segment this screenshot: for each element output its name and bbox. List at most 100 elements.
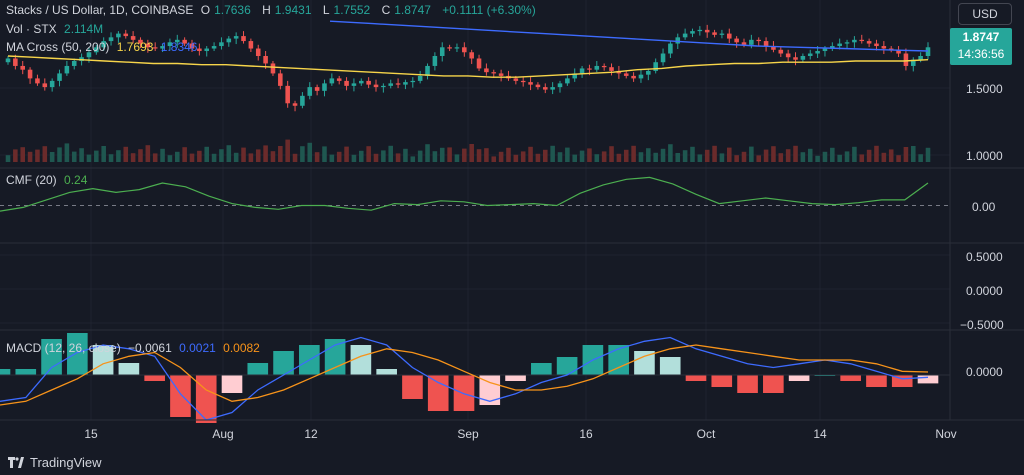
volume-bar bbox=[859, 154, 865, 162]
candle-body bbox=[366, 80, 371, 85]
volume-bar bbox=[815, 155, 820, 162]
time-tick-oct: Oct bbox=[696, 427, 716, 441]
candle-body bbox=[116, 33, 121, 38]
volume-bar bbox=[123, 146, 129, 162]
volume-bar bbox=[86, 154, 92, 162]
volume-bar bbox=[660, 148, 666, 162]
volume-bar bbox=[542, 149, 548, 162]
volume-bar bbox=[749, 146, 754, 162]
candle-body bbox=[300, 95, 305, 106]
volume-bar bbox=[174, 151, 180, 162]
volume-legend[interactable]: Vol · STX 2.114M bbox=[6, 22, 107, 36]
chart-canvas[interactable] bbox=[0, 0, 1024, 475]
tradingview-logo-icon bbox=[8, 456, 24, 468]
volume-bar bbox=[535, 153, 541, 162]
candle-body bbox=[785, 53, 791, 58]
currency-button[interactable]: USD bbox=[958, 3, 1012, 25]
volume-bar bbox=[675, 153, 681, 162]
candle-body bbox=[697, 29, 703, 32]
macd-hist-bar bbox=[917, 375, 939, 384]
volume-bar bbox=[778, 153, 784, 162]
volume-bar bbox=[278, 146, 283, 162]
macd-value-3: 0.0082 bbox=[223, 341, 260, 355]
macd-hist-bar bbox=[221, 375, 243, 393]
ohlc-close: C 1.8747 bbox=[381, 3, 431, 17]
candle-body bbox=[358, 80, 364, 84]
volume-bar bbox=[903, 147, 909, 162]
symbol-title[interactable]: Stacks / US Dollar, 1D, COINBASE bbox=[6, 3, 193, 17]
candle-body bbox=[712, 32, 717, 35]
price-tick-2: 1.0000 bbox=[966, 149, 1003, 163]
volume-bar bbox=[35, 149, 40, 162]
macd-legend[interactable]: MACD (12, 26, close) −0.0061 0.0021 0.00… bbox=[6, 341, 264, 355]
candle-body bbox=[307, 87, 313, 96]
volume-bar bbox=[79, 148, 84, 162]
candle-body bbox=[322, 83, 327, 91]
volume-bar bbox=[852, 146, 857, 162]
cmf-legend[interactable]: CMF (20) 0.24 bbox=[6, 173, 91, 187]
candle-body bbox=[226, 38, 232, 43]
candle-body bbox=[646, 70, 651, 75]
ma50-value: 1.7693 bbox=[116, 40, 154, 54]
candle-body bbox=[807, 53, 813, 56]
volume-bar bbox=[844, 151, 850, 162]
volume-bar bbox=[697, 154, 703, 162]
time-tick-15: 15 bbox=[84, 427, 98, 441]
candle-body bbox=[675, 37, 681, 44]
volume-bar bbox=[336, 151, 342, 162]
volume-bar bbox=[484, 148, 489, 162]
ohlc-open: O 1.7636 bbox=[200, 3, 251, 17]
volume-bar bbox=[881, 152, 887, 162]
volume-bar bbox=[373, 153, 379, 162]
candle-body bbox=[852, 39, 857, 43]
last-price-value: 1.8747 bbox=[962, 30, 1000, 44]
volume-bar bbox=[285, 139, 290, 162]
volume-bar bbox=[204, 146, 210, 162]
time-tick-12: 12 bbox=[304, 427, 318, 441]
candle-body bbox=[373, 84, 379, 88]
volume-bar bbox=[219, 149, 224, 162]
macd-hist-bar bbox=[505, 375, 526, 381]
volume-bar bbox=[167, 155, 173, 162]
candle-body bbox=[57, 73, 62, 81]
volume-bar bbox=[469, 144, 474, 162]
candle-body bbox=[292, 103, 298, 106]
candle-body bbox=[800, 56, 806, 60]
volume-bar bbox=[226, 145, 232, 162]
candle-body bbox=[314, 87, 320, 91]
volume-bar bbox=[616, 153, 622, 162]
candle-body bbox=[837, 43, 842, 47]
candle-body bbox=[594, 65, 600, 70]
candle-body bbox=[71, 60, 77, 66]
candle-body bbox=[535, 84, 541, 88]
candle-body bbox=[469, 52, 474, 59]
candle-body bbox=[351, 83, 357, 86]
volume-bar bbox=[594, 154, 600, 162]
volume-bar bbox=[712, 145, 717, 162]
candle-body bbox=[403, 82, 408, 85]
volume-bar bbox=[925, 147, 931, 162]
candle-body bbox=[660, 53, 666, 63]
macd-hist-bar bbox=[531, 363, 552, 375]
candle-body bbox=[20, 65, 26, 70]
candle-body bbox=[476, 58, 482, 69]
volume-bar bbox=[498, 151, 504, 162]
volume-bar bbox=[704, 149, 710, 162]
scale-tick-1: 0.5000 bbox=[966, 250, 1003, 264]
candle-body bbox=[513, 78, 519, 81]
volume-bar bbox=[756, 155, 762, 162]
time-tick-nov: Nov bbox=[935, 427, 957, 441]
candle-body bbox=[815, 51, 820, 54]
tradingview-footer[interactable]: TradingView bbox=[8, 455, 102, 470]
candle-body bbox=[255, 48, 261, 56]
candle-body bbox=[447, 47, 452, 49]
volume-bar bbox=[690, 146, 695, 162]
ma200-value: 1.8346 bbox=[160, 40, 198, 54]
candle-body bbox=[542, 87, 548, 90]
candle-body bbox=[874, 43, 879, 47]
volume-bar bbox=[609, 146, 614, 162]
volume-bar bbox=[241, 147, 246, 162]
time-tick-16: 16 bbox=[579, 427, 593, 441]
ma-legend[interactable]: MA Cross (50, 200) 1.7693 1.8346 bbox=[6, 40, 201, 54]
volume-bar bbox=[344, 146, 349, 162]
